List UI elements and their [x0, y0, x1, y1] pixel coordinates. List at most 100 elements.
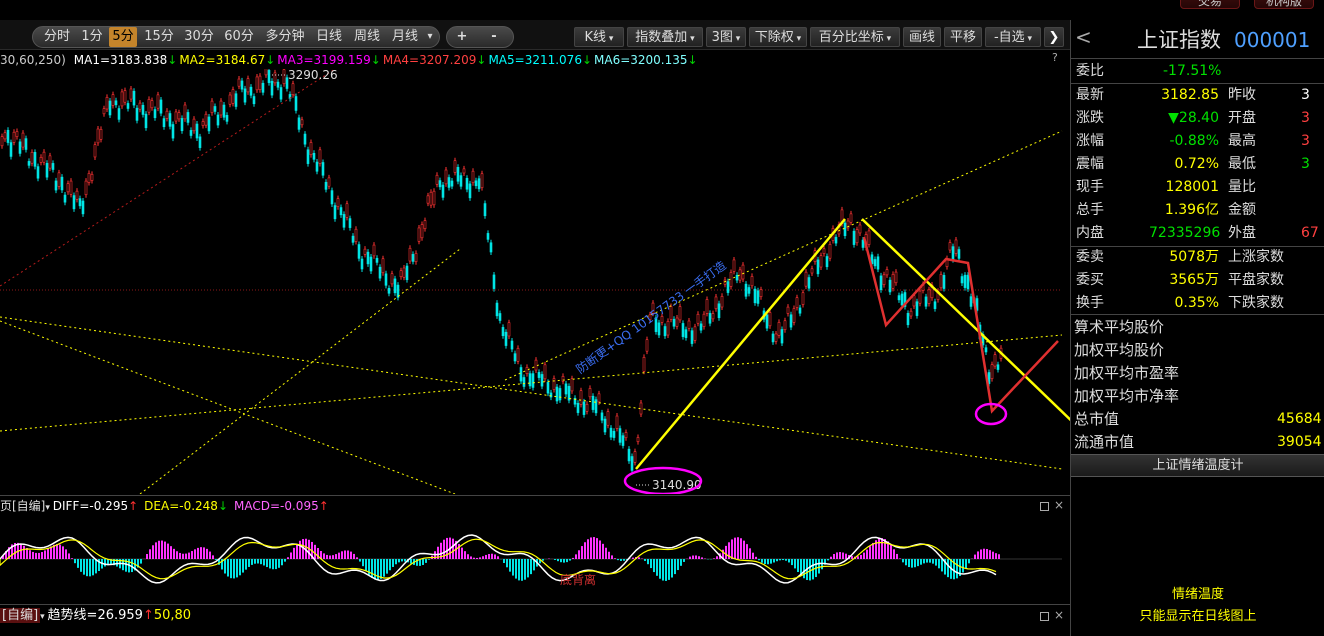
pan-button[interactable]: 平移 [944, 27, 982, 47]
chevron-down-icon: ▾ [883, 34, 892, 44]
top-strip: 交易 机构版 [0, 0, 1324, 20]
ma-arrow: ↓ [370, 53, 381, 67]
period-30min[interactable]: 30分 [181, 27, 217, 47]
quote-label: 委买 [1076, 272, 1104, 288]
ma-item: MA2=3184.67 [179, 53, 266, 67]
exright-dropdown[interactable]: 下除权 ▾ [749, 27, 807, 47]
period-fenshi[interactable]: 分时 [38, 27, 76, 47]
analysis-arrows [635, 218, 1070, 470]
institution-button[interactable]: 机构版 [1254, 0, 1314, 9]
macd-arrow: ↓ [217, 499, 228, 513]
stat-label: 加权平均股价 [1074, 341, 1165, 359]
exright-label: 下除权 [754, 30, 794, 45]
quote-value: ▼28.40 [1168, 110, 1219, 126]
ma-item: MA6=3200.135 [594, 53, 688, 67]
quote-value: -0.88% [1169, 133, 1219, 149]
ma-params: 30,60,250) [0, 53, 66, 67]
period-daily[interactable]: 日线 [312, 27, 346, 47]
divergence-annotation: 底背离 [560, 572, 596, 587]
quote-value: 3182.85 [1161, 87, 1219, 103]
panel-divider [1071, 58, 1324, 59]
minimize-pane-icon[interactable] [1040, 612, 1049, 621]
pane-divider [0, 495, 1070, 496]
quote-label: 最新 [1076, 87, 1104, 103]
trend-params: 50,80 [153, 608, 192, 623]
quote-value: 3 [1301, 133, 1310, 149]
trend-lines [0, 69, 1063, 494]
macd-chart[interactable]: 底背离 [0, 514, 1070, 604]
quote-label: 外盘 [1228, 225, 1256, 241]
trade-button[interactable]: 交易 [1180, 0, 1240, 9]
trend-value: 趋势线=26.959 [47, 608, 143, 623]
stat-label: 加权平均市净率 [1074, 387, 1180, 405]
minimize-pane-icon[interactable] [1040, 502, 1049, 511]
zoom-out-minus-icon[interactable]: - [484, 27, 504, 47]
period-15min[interactable]: 15分 [141, 27, 177, 47]
quote-label: 开盘 [1228, 110, 1256, 126]
period-60min[interactable]: 60分 [221, 27, 257, 47]
stock-name: 上证指数 [1137, 28, 1221, 52]
stat-label: 总市值 [1074, 410, 1120, 428]
watermark-text: 防断更+QQ 10157733 一手打造 [573, 258, 729, 377]
quote-label: 金额 [1228, 202, 1256, 218]
macd-item: MACD=-0.095 [234, 499, 319, 513]
more-periods-chevron-icon[interactable]: ▾ [423, 27, 437, 47]
quote-value: 3 [1301, 87, 1310, 103]
macd-item: DEA=-0.248 [144, 499, 218, 513]
zoom-in-plus-icon[interactable]: + [452, 27, 472, 47]
three-charts-dropdown[interactable]: 3图 ▾ [706, 27, 746, 47]
help-icon[interactable]: ? [1052, 51, 1058, 64]
quote-value: 1.396亿 [1164, 202, 1219, 218]
weibi-value: -17.51% [1163, 63, 1222, 79]
price-chart[interactable]: 3290.26 3140.90 防断更+QQ 10157733 一手打造 [0, 69, 1070, 494]
quote-label: 下跌家数 [1228, 295, 1284, 311]
period-weekly[interactable]: 周线 [350, 27, 384, 47]
quote-panel: < 上证指数 000001 委比 -17.51% 最新 3182.85 昨收 3 涨跌 ▼… [1070, 20, 1324, 636]
self-select-dropdown[interactable]: -自选 ▾ [985, 27, 1041, 47]
quote-label: 内盘 [1076, 225, 1104, 241]
stat-label: 加权平均市盈率 [1074, 364, 1180, 382]
percent-axis-label: 百分比坐标 [818, 30, 884, 45]
high-price-label: 3290.26 [288, 69, 338, 82]
stat-value: 45684 [1277, 411, 1322, 427]
chevron-down-icon: ▾ [687, 34, 695, 44]
macd-title[interactable]: 页[自编] [0, 499, 45, 513]
ma-arrow: ↓ [581, 53, 593, 67]
quote-label: 平盘家数 [1228, 272, 1284, 288]
thermometer-title[interactable]: 上证情绪温度计 [1071, 454, 1324, 477]
quote-label: 总手 [1076, 202, 1104, 218]
macd-item: DIFF=-0.295 [52, 499, 129, 513]
ma-item: MA5=3211.076 [488, 53, 582, 67]
low-price-label: 3140.90 [652, 478, 702, 492]
quote-value: 3 [1301, 110, 1310, 126]
kline-dropdown[interactable]: K线 ▾ [574, 27, 624, 47]
trend-title[interactable]: [自编] [0, 608, 41, 623]
ma-legend: 30,60,250) MA1=3183.838↓ MA2=3184.67↓ MA3=3… [0, 51, 698, 69]
quote-value: 5078万 [1169, 249, 1219, 265]
quote-label: 昨收 [1228, 87, 1256, 103]
draw-line-button[interactable]: 画线 [903, 27, 941, 47]
quote-value: 67 [1301, 225, 1319, 241]
percent-axis-dropdown[interactable]: 百分比坐标 ▾ [810, 27, 900, 47]
index-overlay-dropdown[interactable]: 指数叠加 ▾ [627, 27, 703, 47]
period-1min[interactable]: 1分 [78, 27, 106, 47]
ma-arrow: ↓ [476, 53, 487, 67]
pane-divider [0, 604, 1070, 605]
period-5min[interactable]: 5分 [109, 27, 137, 47]
ma-item: MA3=3199.159 [277, 53, 371, 67]
quote-label: 上涨家数 [1228, 249, 1284, 265]
quote-label: 委卖 [1076, 249, 1104, 265]
period-multi-minute[interactable]: 多分钟 [261, 27, 309, 47]
quote-label: 量比 [1228, 179, 1256, 195]
close-pane-icon[interactable]: × [1054, 608, 1064, 622]
back-icon[interactable]: < [1075, 26, 1092, 49]
macd-arrow: ↑ [128, 499, 139, 513]
ma-item: MA4=3207.209 [382, 53, 477, 67]
thermometer-note: 只能显示在日线图上 [1139, 609, 1257, 624]
period-monthly[interactable]: 月线 [388, 27, 422, 47]
collapse-panel-icon[interactable]: ❯ [1044, 27, 1064, 47]
quote-label: 换手 [1076, 295, 1104, 311]
quote-label: 现手 [1076, 179, 1104, 195]
close-pane-icon[interactable]: × [1054, 498, 1064, 512]
ma-item: MA1=3183.838 [73, 53, 168, 67]
